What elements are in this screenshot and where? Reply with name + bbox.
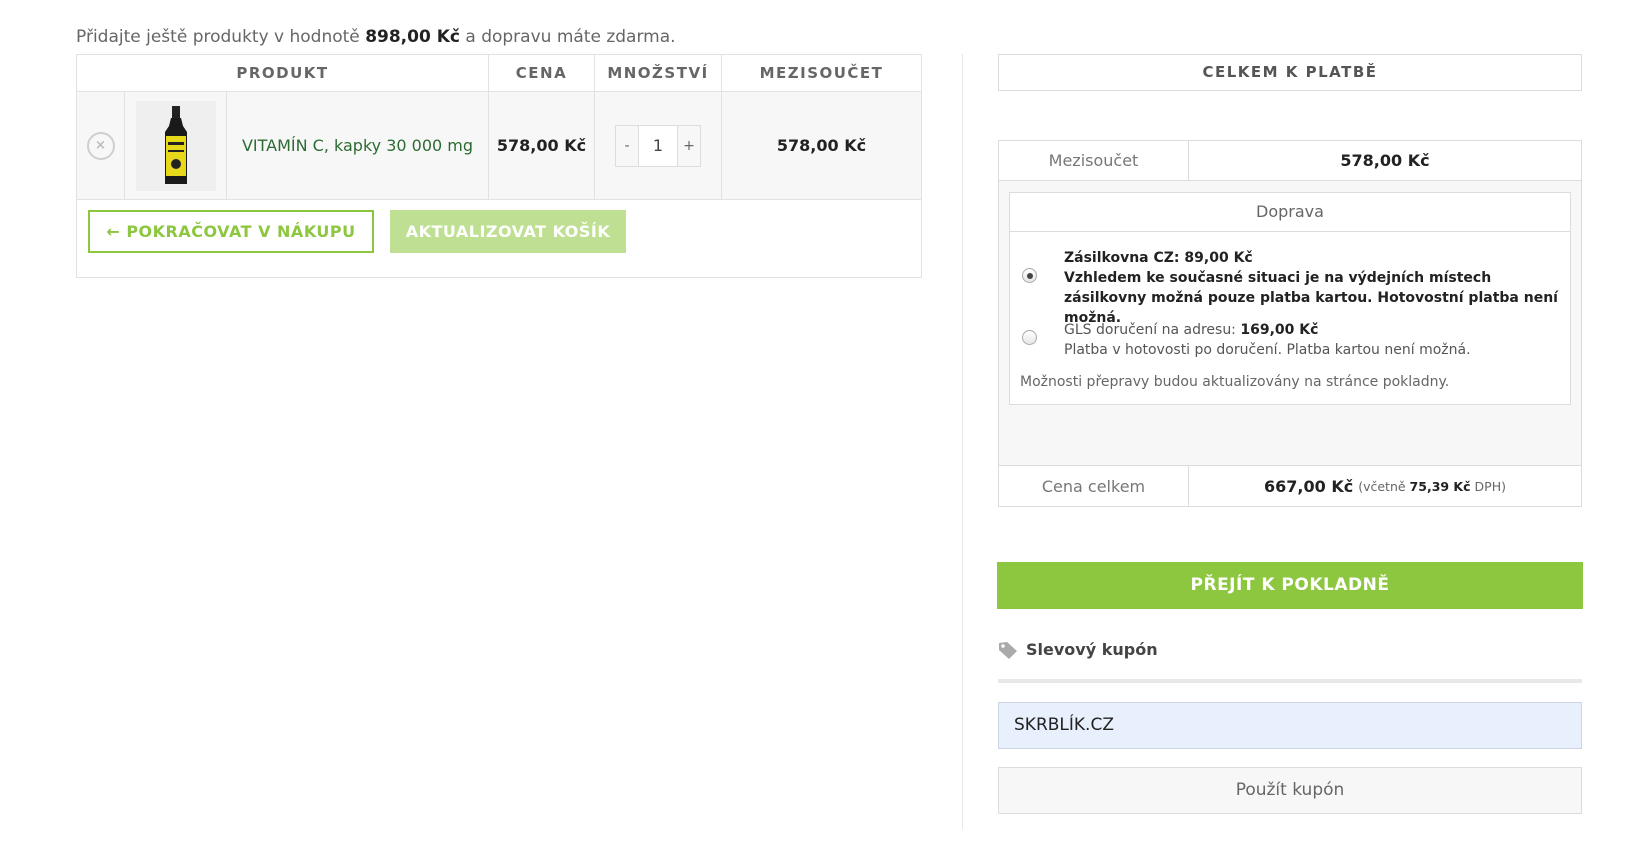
- column-divider: [962, 54, 963, 829]
- cart-table: PRODUKT CENA MNOŽSTVÍ MEZISOUČET × VITAM…: [76, 54, 922, 278]
- product-name-cell: VITAMÍN C, kapky 30 000 mg: [226, 92, 488, 199]
- total-value: 667,00 Kč: [1264, 476, 1354, 496]
- item-price: 578,00 Kč: [496, 136, 587, 155]
- notice-text-before: Přidajte ještě produkty v hodnotě: [76, 27, 360, 47]
- tag-icon: [999, 641, 1017, 659]
- update-cart-button[interactable]: AKTUALIZOVAT KOŠÍK: [390, 210, 626, 253]
- header-price: CENA: [488, 55, 594, 91]
- tax-info: (včetně 75,39 Kč DPH): [1358, 479, 1506, 494]
- shipping-option-label: GLS doručení na adresu:: [1064, 322, 1236, 338]
- tax-suffix: DPH): [1474, 478, 1506, 494]
- shipping-option-amount: 169,00 Kč: [1240, 322, 1319, 338]
- cart-item-row: × VITAMÍN C, kapky 30 000 mg 578,00 Kč -…: [77, 92, 921, 200]
- total-label: Cena celkem: [999, 466, 1189, 506]
- tax-value: 75,39 Kč: [1409, 478, 1471, 494]
- shipping-option-note: Vzhledem ke současné situaci je na výdej…: [1064, 270, 1558, 326]
- shipping-box: Doprava Zásilkovna CZ: 89,00 Kč Vzhledem…: [1009, 192, 1571, 405]
- coupon-title: Slevový kupón: [1026, 640, 1158, 659]
- quantity-input[interactable]: 1: [638, 125, 678, 166]
- header-product: PRODUKT: [236, 64, 329, 82]
- total-value-cell: 667,00 Kč (včetně 75,39 Kč DPH): [1189, 466, 1581, 506]
- shipping-title: Doprava: [1010, 193, 1570, 232]
- cart-table-header: PRODUKT CENA MNOŽSTVÍ MEZISOUČET: [77, 55, 921, 92]
- notice-amount: 898,00 Kč: [365, 27, 460, 47]
- shipping-radio-zasilkovna[interactable]: [1022, 268, 1037, 283]
- subtotal-value: 578,00 Kč: [1340, 151, 1430, 170]
- free-shipping-notice: Přidajte ještě produkty v hodnotě 898,00…: [76, 27, 676, 47]
- shipping-radio-gls[interactable]: [1022, 330, 1037, 345]
- shipping-update-note: Možnosti přepravy budou aktualizovány na…: [1020, 374, 1450, 390]
- shipping-option-note: Platba v hotovosti po doručení. Platba k…: [1064, 342, 1471, 358]
- apply-coupon-button[interactable]: Použít kupón: [998, 767, 1582, 814]
- quantity-decrease-button[interactable]: -: [616, 126, 638, 166]
- subtotal-cell: 578,00 Kč: [721, 92, 921, 199]
- subtotal-label: Mezisoučet: [999, 141, 1189, 180]
- quantity-cell: - 1 +: [594, 92, 721, 199]
- product-thumbnail[interactable]: [135, 100, 216, 191]
- quantity-increase-button[interactable]: +: [678, 126, 700, 166]
- tax-prefix: (včetně: [1358, 478, 1406, 494]
- quantity-stepper: - 1 +: [615, 124, 701, 167]
- shipping-option-text: GLS doručení na adresu: 169,00 Kč Platba…: [1064, 320, 1564, 360]
- checkout-button[interactable]: PŘEJÍT K POKLADNĚ: [997, 562, 1583, 609]
- item-subtotal: 578,00 Kč: [776, 136, 867, 155]
- bottle-image-icon: [164, 105, 187, 184]
- remove-item-icon[interactable]: ×: [86, 131, 115, 160]
- shipping-option-text: Zásilkovna CZ: 89,00 Kč Vzhledem ke souč…: [1064, 248, 1564, 328]
- coupon-heading: Slevový kupón: [998, 640, 1158, 659]
- totals-title: CELKEM K PLATBĚ: [998, 54, 1582, 91]
- coupon-code-input[interactable]: SKRBLÍK.CZ: [998, 702, 1582, 749]
- totals-table: Mezisoučet 578,00 Kč Doprava Zásilkovna …: [998, 140, 1582, 507]
- price-cell: 578,00 Kč: [488, 92, 594, 199]
- product-name-link[interactable]: VITAMÍN C, kapky 30 000 mg: [242, 136, 473, 155]
- notice-text-after: a dopravu máte zdarma.: [465, 27, 676, 47]
- subtotal-row: Mezisoučet 578,00 Kč: [999, 141, 1581, 181]
- shipping-option-amount: 89,00 Kč: [1184, 250, 1253, 266]
- coupon-separator: [998, 679, 1582, 683]
- thumbnail-cell: [124, 92, 226, 199]
- shipping-option-label: Zásilkovna CZ:: [1064, 250, 1180, 266]
- header-subtotal: MEZISOUČET: [721, 55, 921, 91]
- total-row: Cena celkem 667,00 Kč (včetně 75,39 Kč D…: [999, 465, 1581, 506]
- continue-shopping-button[interactable]: ← POKRAČOVAT V NÁKUPU: [88, 210, 374, 253]
- remove-cell: ×: [77, 92, 124, 199]
- header-quantity: MNOŽSTVÍ: [594, 55, 721, 91]
